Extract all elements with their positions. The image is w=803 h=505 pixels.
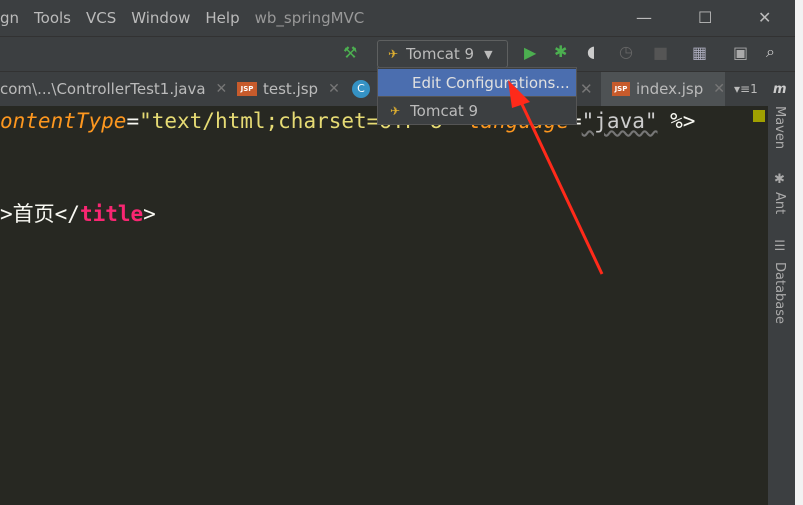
red-annotation-arrow [508, 80, 604, 275]
